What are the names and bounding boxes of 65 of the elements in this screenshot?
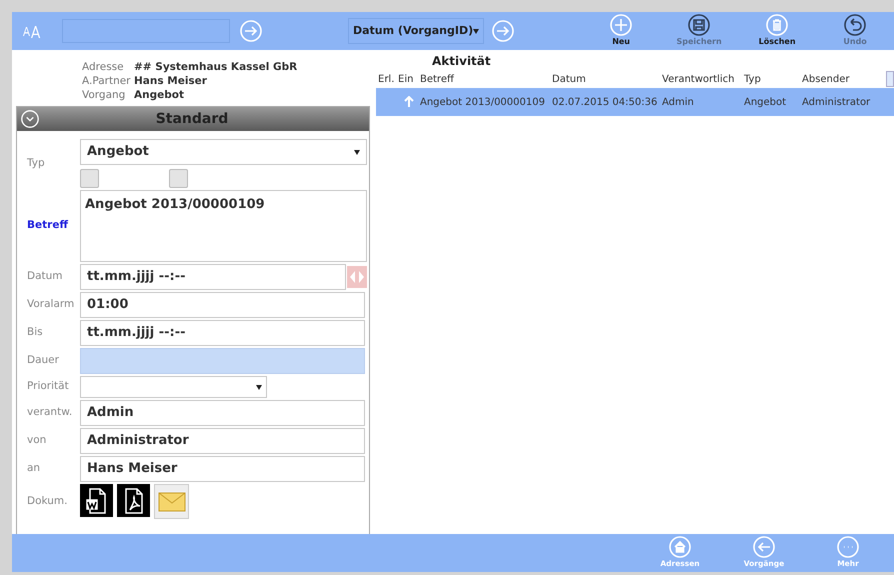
column-header[interactable]: Verantwortlich — [662, 72, 744, 86]
info-value: ## Systemhaus Kassel GbR — [134, 60, 298, 74]
field-label: Dauer — [27, 353, 60, 368]
activity-row[interactable]: Angebot 2013/00000109 02.07.2015 04:50:36 Admin Angebot Administrator — [376, 88, 894, 116]
info-value: Angebot — [134, 88, 184, 102]
priority-select[interactable] — [80, 376, 267, 398]
word-document-icon[interactable] — [80, 484, 113, 517]
info-value: Hans Meiser — [134, 74, 207, 88]
table-cell-text: Administrator — [802, 96, 870, 110]
checkbox[interactable] — [80, 169, 99, 188]
subject-textarea[interactable]: Angebot 2013/00000109 — [80, 190, 367, 262]
activity-title: Aktivität — [431, 53, 492, 70]
toolbar-button[interactable]: Löschen — [738, 14, 816, 48]
dropdown-caret-icon — [473, 28, 480, 34]
field-label: Bis — [27, 325, 44, 340]
date-toggle-icon[interactable] — [347, 266, 367, 288]
type-select[interactable]: Angebot — [80, 139, 367, 165]
text-field[interactable]: 01:00 — [80, 292, 365, 318]
field-label: von — [27, 433, 48, 448]
field-label: Betreff — [27, 218, 70, 234]
pdf-document-icon[interactable] — [117, 484, 150, 517]
scroll-button[interactable] — [886, 71, 894, 87]
sort-select[interactable]: Datum (VorgangID) — [348, 18, 484, 44]
field-label: Voralarm — [27, 297, 76, 312]
trash-icon — [766, 14, 788, 36]
text-field[interactable]: Admin — [80, 400, 365, 426]
plus-icon — [610, 14, 632, 36]
text-field[interactable]: Administrator — [80, 428, 365, 454]
duration-field[interactable] — [80, 348, 365, 374]
field-label: Datum — [27, 269, 64, 284]
panel-title: Standard — [154, 110, 230, 128]
field-label: Typ — [27, 156, 46, 171]
column-header[interactable]: Datum — [552, 72, 662, 86]
undo-icon — [844, 14, 866, 36]
save-icon — [688, 14, 710, 36]
field-label: verantw. — [27, 405, 74, 420]
column-header[interactable]: Ein — [398, 72, 420, 86]
collapse-icon — [21, 110, 39, 128]
column-header[interactable]: Typ — [744, 72, 802, 86]
field-label: an — [27, 461, 42, 476]
arrow-right-icon — [492, 20, 514, 42]
table-cell-text: Angebot — [744, 96, 786, 110]
table-cell-text: 02.07.2015 04:50:36 — [552, 96, 658, 110]
column-header[interactable]: Erl. — [378, 72, 398, 86]
field-label: Priorität — [27, 379, 70, 394]
toolbar-button[interactable]: Neu — [582, 14, 660, 48]
date-field[interactable]: tt.mm.jjjj --:-- — [80, 264, 346, 290]
column-header[interactable]: Betreff — [420, 72, 552, 86]
home-icon — [669, 536, 691, 558]
info-label: Adresse — [82, 60, 125, 74]
arrow-left-icon — [753, 536, 775, 558]
checkbox[interactable] — [169, 169, 188, 188]
table-cell-text: Admin — [662, 96, 694, 110]
table-cell-text: Angebot 2013/00000109 — [420, 96, 545, 110]
info-label: A.Partner — [82, 74, 132, 88]
info-label: Vorgang — [82, 88, 126, 102]
more-icon — [837, 536, 859, 558]
text-field[interactable]: Hans Meiser — [80, 456, 365, 482]
dropdown-caret-icon — [354, 150, 360, 154]
text-field[interactable]: tt.mm.jjjj --:-- — [80, 320, 365, 346]
arrow-right-icon — [240, 20, 262, 42]
field-label: Dokum. — [27, 494, 68, 509]
column-header[interactable]: Absender — [802, 72, 878, 86]
font-size-icon[interactable] — [22, 23, 42, 39]
dropdown-caret-icon — [256, 384, 262, 390]
